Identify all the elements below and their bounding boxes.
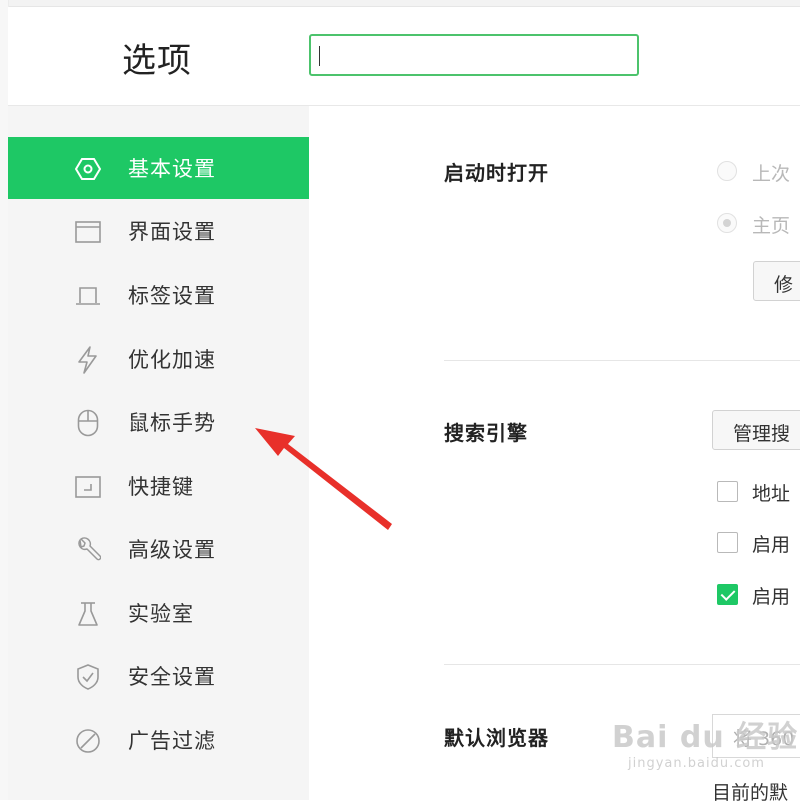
baidu-jingyan-watermark: Bai du 经验 jingyan.baidu.com (612, 712, 798, 771)
watermark-main-text: Bai du 经验 (612, 720, 799, 755)
annotation-arrow (255, 428, 392, 530)
watermark-sub-text: jingyan.baidu.com (628, 756, 765, 771)
